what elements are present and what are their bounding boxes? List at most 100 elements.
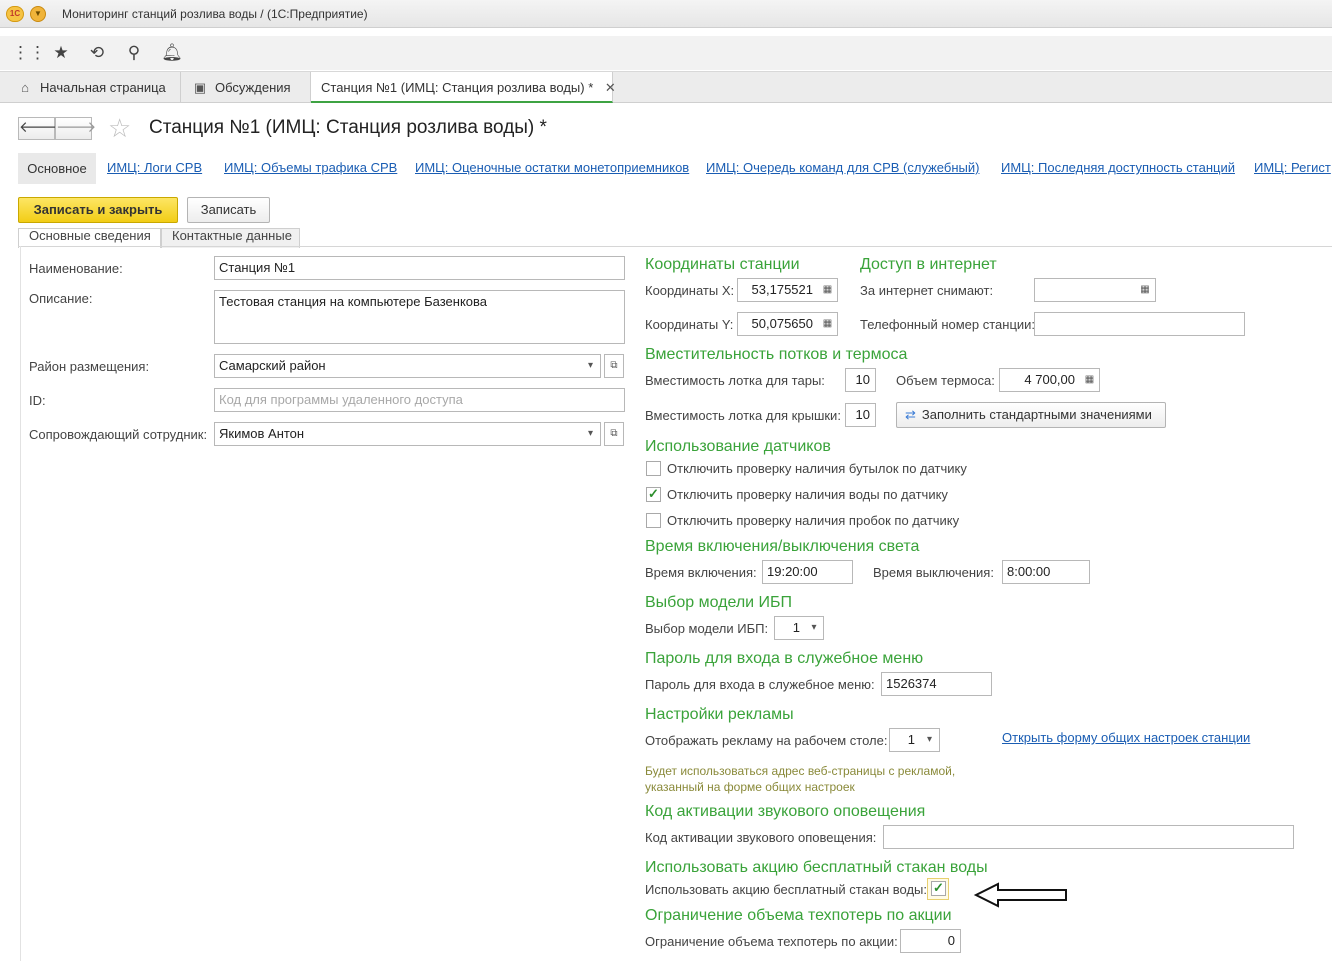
internet-section-title: Доступ в интернет bbox=[860, 256, 997, 273]
ads-dropdown-icon[interactable]: ▾ bbox=[920, 728, 940, 752]
district-dropdown-icon[interactable]: ▾ bbox=[581, 354, 601, 378]
apps-grid-icon[interactable]: ⋮⋮ bbox=[12, 41, 46, 65]
ups-field[interactable]: 1 bbox=[774, 616, 806, 640]
promo-label: Использовать акцию бесплатный стакан вод… bbox=[645, 882, 927, 897]
password-section-title: Пароль для входа в служебное меню bbox=[645, 650, 924, 667]
panel-link-availability[interactable]: ИМЦ: Последняя доступность станций bbox=[1001, 160, 1235, 175]
panel-link-traffic[interactable]: ИМЦ: Объемы трафика СРВ bbox=[224, 160, 397, 175]
lid-label: Вместимость лотка для крышки: bbox=[645, 408, 841, 423]
save-and-close-button[interactable]: Записать и закрыть bbox=[18, 197, 178, 223]
search-icon[interactable]: ⚲ bbox=[122, 41, 146, 65]
password-label: Пароль для входа в служебное меню: bbox=[645, 677, 875, 692]
sensor-bottles-label: Отключить проверку наличия бутылок по да… bbox=[667, 461, 967, 476]
limit-section-title: Ограничение объема техпотерь по акции bbox=[645, 907, 952, 924]
name-label: Наименование: bbox=[29, 261, 123, 276]
calculator-icon[interactable]: ▦ bbox=[1080, 368, 1100, 392]
sensor-water-checkbox[interactable]: ✓ bbox=[646, 487, 661, 502]
top-toolbar: ⋮⋮ ★ ⟲ ⚲ 🔔︎ bbox=[0, 36, 1332, 70]
coord-y-field[interactable]: 50,075650 bbox=[737, 312, 819, 336]
panel-main[interactable]: Основное bbox=[18, 153, 96, 184]
sensor-water-label: Отключить проверку наличия воды по датчи… bbox=[667, 487, 948, 502]
tray-field[interactable]: 10 bbox=[845, 368, 876, 392]
limit-field[interactable]: 0 bbox=[900, 929, 961, 953]
form-title: Станция №1 (ИМЦ: Станция розлива воды) * bbox=[149, 117, 547, 138]
id-label: ID: bbox=[29, 393, 46, 408]
panel-link-register[interactable]: ИМЦ: Регист bbox=[1254, 160, 1331, 175]
lid-field[interactable]: 10 bbox=[845, 403, 876, 427]
ads-hint-line1: Будет использоваться адрес веб-страницы … bbox=[645, 764, 956, 778]
fill-icon: ⇄ bbox=[905, 407, 916, 422]
ads-section-title: Настройки рекламы bbox=[645, 706, 794, 723]
sensor-caps-checkbox[interactable] bbox=[646, 513, 661, 528]
promo-checkbox[interactable]: ✓ bbox=[931, 881, 946, 896]
description-field[interactable]: Тестовая станция на компьютере Базенкова bbox=[214, 290, 625, 344]
phone-field[interactable] bbox=[1034, 312, 1245, 336]
tab-home[interactable]: ⌂ Начальная страница bbox=[0, 72, 181, 103]
sensor-bottles-checkbox[interactable] bbox=[646, 461, 661, 476]
ads-label: Отображать рекламу на рабочем столе: bbox=[645, 733, 888, 748]
bell-icon[interactable]: 🔔︎ bbox=[160, 41, 184, 65]
internet-charge-field[interactable] bbox=[1034, 278, 1136, 302]
close-icon[interactable]: ✕ bbox=[605, 80, 616, 95]
employee-open-icon[interactable]: ⧉ bbox=[604, 422, 624, 446]
forward-button[interactable]: 🡒 bbox=[55, 117, 96, 140]
light-on-label: Время включения: bbox=[645, 565, 757, 580]
main-menu-chevron-icon[interactable]: ▼ bbox=[30, 6, 46, 22]
coord-x-field[interactable]: 53,175521 bbox=[737, 278, 819, 302]
history-icon[interactable]: ⟲ bbox=[85, 41, 109, 65]
panel-link-command-queue[interactable]: ИМЦ: Очередь команд для СРВ (служебный) bbox=[706, 160, 979, 175]
favorite-star-icon[interactable]: ☆ bbox=[108, 115, 131, 141]
coords-section-title: Координаты станции bbox=[645, 256, 800, 273]
save-button[interactable]: Записать bbox=[187, 197, 270, 223]
window-title: Мониторинг станций розлива воды / (1С:Пр… bbox=[62, 7, 368, 21]
tab-label: Станция №1 (ИМЦ: Станция розлива воды) * bbox=[321, 80, 594, 95]
phone-label: Телефонный номер станции: bbox=[860, 317, 1036, 332]
employee-dropdown-icon[interactable]: ▾ bbox=[581, 422, 601, 446]
calculator-icon[interactable]: ▦ bbox=[818, 312, 838, 336]
panel-link-coin-balance[interactable]: ИМЦ: Оценочные остатки монетоприемников bbox=[415, 160, 689, 175]
district-field[interactable]: Самарский район bbox=[214, 354, 582, 378]
capacity-section-title: Вместительность потков и термоса bbox=[645, 346, 908, 363]
coord-x-label: Координаты X: bbox=[645, 283, 735, 298]
sound-field[interactable] bbox=[883, 825, 1294, 849]
fill-defaults-label: Заполнить стандартными значениями bbox=[921, 407, 1152, 422]
tab-discussions[interactable]: ▣ Обсуждения bbox=[181, 72, 311, 103]
panel-link-logs[interactable]: ИМЦ: Логи СРВ bbox=[107, 160, 202, 175]
open-general-settings-link[interactable]: Открыть форму общих настроек станции bbox=[1002, 730, 1250, 745]
fill-defaults-button[interactable]: ⇄ Заполнить стандартными значениями bbox=[896, 402, 1166, 428]
light-on-field[interactable]: 19:20:00 bbox=[762, 560, 853, 584]
id-field[interactable]: Код для программы удаленного доступа bbox=[214, 388, 625, 412]
tab-general-info[interactable]: Основные сведения bbox=[18, 228, 161, 248]
tab-contacts[interactable]: Контактные данные bbox=[161, 228, 300, 248]
ups-dropdown-icon[interactable]: ▾ bbox=[805, 616, 824, 640]
district-open-icon[interactable]: ⧉ bbox=[604, 354, 624, 378]
calendar-icon[interactable]: ▦ bbox=[1135, 278, 1156, 302]
sound-section-title: Код активации звукового оповещения bbox=[645, 803, 926, 820]
sound-label: Код активации звукового оповещения: bbox=[645, 830, 877, 845]
name-field[interactable]: Станция №1 bbox=[214, 256, 625, 280]
calculator-icon[interactable]: ▦ bbox=[818, 278, 838, 302]
district-label: Район размещения: bbox=[29, 359, 150, 374]
annotation-arrow-icon bbox=[973, 882, 1067, 908]
light-off-field[interactable]: 8:00:00 bbox=[1002, 560, 1090, 584]
internet-charge-label: За интернет снимают: bbox=[860, 283, 994, 298]
light-off-label: Время выключения: bbox=[873, 565, 994, 580]
tab-divider bbox=[18, 246, 1332, 247]
back-button[interactable]: 🡐 bbox=[18, 117, 59, 140]
tray-label: Вместимость лотка для тары: bbox=[645, 373, 825, 388]
ups-label: Выбор модели ИБП: bbox=[645, 621, 769, 636]
star-icon[interactable]: ★ bbox=[49, 41, 73, 65]
employee-field[interactable]: Якимов Антон bbox=[214, 422, 582, 446]
ups-section-title: Выбор модели ИБП bbox=[645, 594, 793, 611]
sensor-caps-label: Отключить проверку наличия пробок по дат… bbox=[667, 513, 960, 528]
tab-station-1[interactable]: Станция №1 (ИМЦ: Станция розлива воды) *… bbox=[311, 72, 616, 103]
ads-field[interactable]: 1 bbox=[889, 728, 921, 752]
coord-y-label: Координаты Y: bbox=[645, 317, 734, 332]
chat-icon: ▣ bbox=[193, 80, 207, 95]
light-section-title: Время включения/выключения света bbox=[645, 538, 920, 555]
promo-section-title: Использовать акцию бесплатный стакан вод… bbox=[645, 859, 988, 876]
thermos-field[interactable]: 4 700,00 bbox=[999, 368, 1081, 392]
employee-label: Сопровождающий сотрудник: bbox=[29, 427, 208, 442]
password-field[interactable]: 1526374 bbox=[881, 672, 992, 696]
description-label: Описание: bbox=[29, 291, 93, 306]
